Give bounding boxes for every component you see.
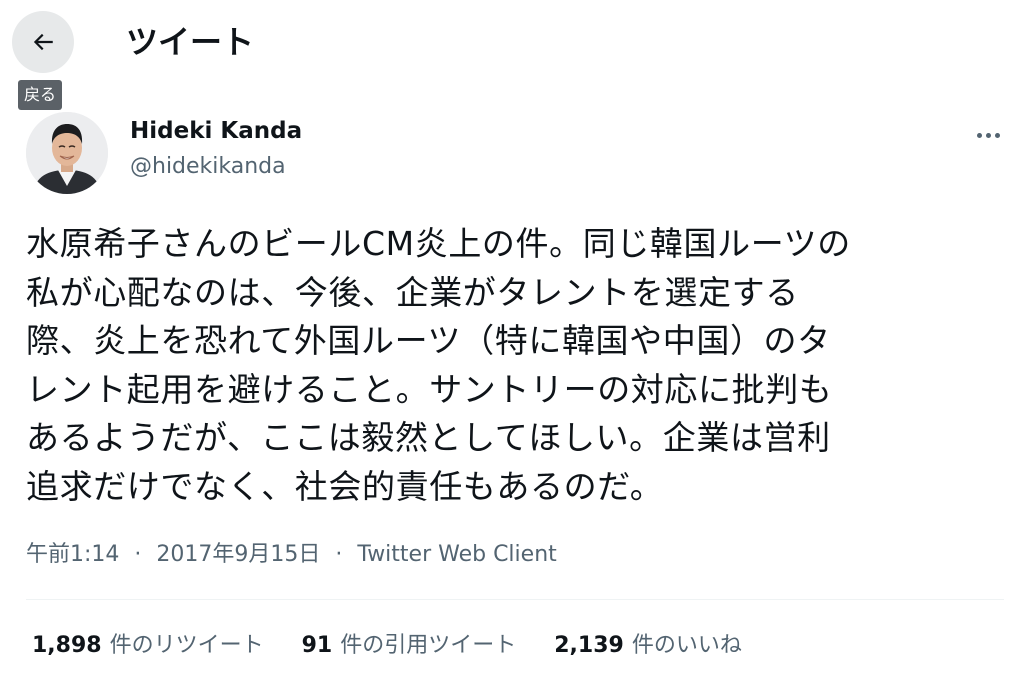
- author-handle[interactable]: @hidekikanda: [130, 151, 286, 183]
- tweet-text-line: 水原希子さんのビールCM炎上の件。同じ韓国ルーツの: [26, 224, 851, 263]
- tweet-date[interactable]: 2017年9月15日: [156, 542, 320, 567]
- tweet-text-line: あるようだが、ここは毅然としてほしい。企業は営利: [26, 418, 831, 457]
- more-horizontal-icon: [975, 123, 1002, 142]
- likes-stat[interactable]: 2,139 件のいいね: [554, 630, 742, 662]
- tweet-time[interactable]: 午前1:14: [26, 542, 119, 567]
- likes-label: 件のいいね: [631, 633, 742, 658]
- retweets-stat[interactable]: 1,898 件のリツイート: [32, 630, 264, 662]
- tweet-text: 水原希子さんのビールCM炎上の件。同じ韓国ルーツの 私が心配なのは、今後、企業が…: [26, 220, 1016, 511]
- arrow-left-icon: [33, 33, 53, 51]
- retweets-label: 件のリツイート: [109, 633, 264, 658]
- avatar-photo: [26, 112, 108, 194]
- retweets-count: 1,898: [32, 633, 102, 658]
- quotes-count: 91: [301, 633, 333, 658]
- tweet-meta: 午前1:14 · 2017年9月15日 · Twitter Web Client: [26, 537, 557, 573]
- tweet-text-line: 追求だけでなく、社会的責任もあるのだ。: [26, 466, 664, 506]
- avatar[interactable]: [26, 112, 108, 194]
- tweet-page: 戻る ツイート Hideki Kanda @hidekikanda 水原希子さん…: [0, 0, 1024, 691]
- meta-separator: ·: [134, 542, 142, 567]
- page-title: ツイート: [126, 23, 255, 61]
- meta-separator: ·: [335, 542, 343, 567]
- tweet-text-line: 私が心配なのは、今後、企業がタレントを選定する: [26, 272, 799, 312]
- more-button[interactable]: [962, 112, 1014, 152]
- quotes-label: 件の引用ツイート: [340, 633, 517, 658]
- likes-count: 2,139: [554, 633, 624, 658]
- back-tooltip: 戻る: [18, 80, 63, 110]
- tweet-text-line: レント起用を避けること。サントリーの対応に批判も: [26, 369, 833, 409]
- author-name[interactable]: Hideki Kanda: [130, 115, 302, 147]
- divider: [26, 599, 1004, 600]
- back-button[interactable]: [12, 11, 74, 73]
- tweet-stats: 1,898 件のリツイート 91 件の引用ツイート 2,139 件のいいね: [32, 630, 742, 662]
- tweet-source[interactable]: Twitter Web Client: [357, 542, 556, 567]
- tweet-text-line: 際、炎上を恐れて外国ルーツ（特に韓国や中国）のタ: [26, 321, 831, 360]
- quotes-stat[interactable]: 91 件の引用ツイート: [302, 630, 517, 662]
